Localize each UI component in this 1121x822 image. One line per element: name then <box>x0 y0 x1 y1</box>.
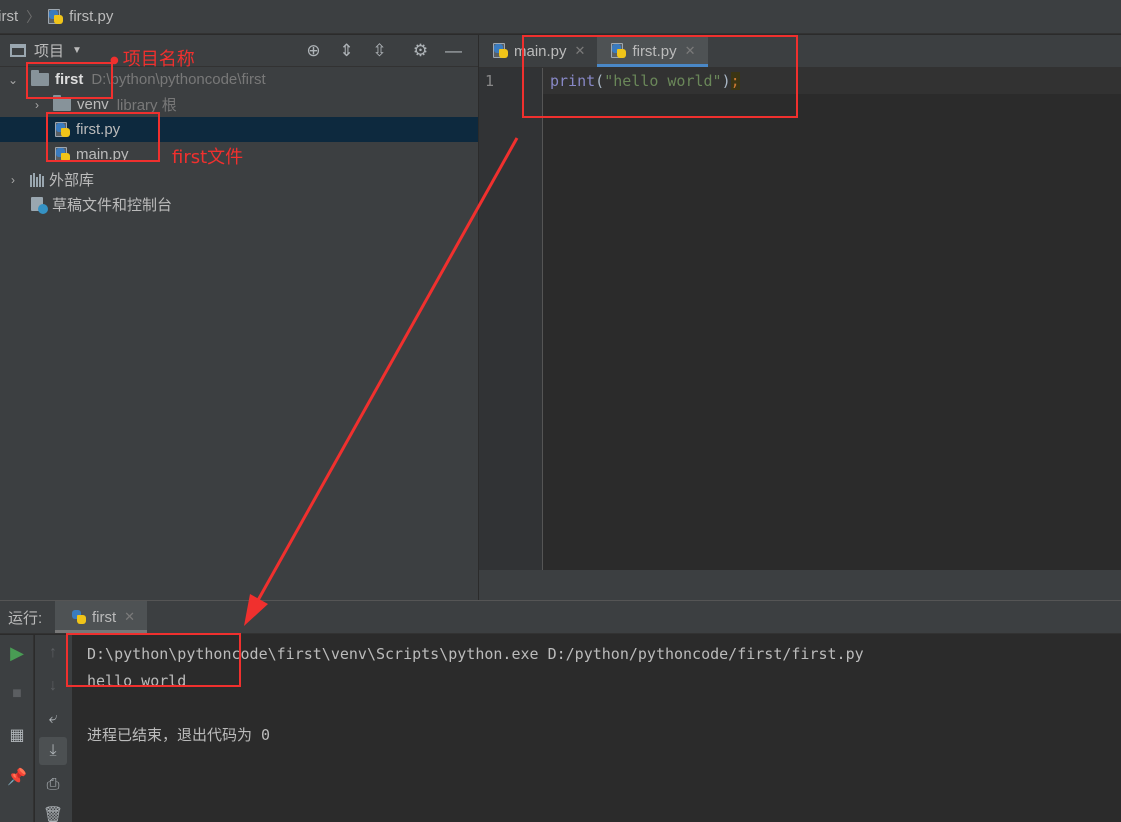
python-icon <box>71 609 87 625</box>
editor: main.py ✕ first.py ✕ 1 print("hello worl… <box>479 35 1121 600</box>
code-area[interactable]: 1 print("hello world"); <box>479 68 1121 570</box>
library-icon <box>30 172 44 187</box>
tree-item-scratches-label: 草稿文件和控制台 <box>52 197 173 214</box>
annotation-label-project-name-text: 项目名称 <box>122 49 195 70</box>
annotation-box-project-name <box>26 62 113 99</box>
print-icon[interactable]: ⎙ <box>39 771 67 799</box>
chevron-right-icon[interactable]: › <box>7 173 19 187</box>
scratch-file-icon <box>31 196 48 214</box>
title-bar: first 〉 first.py <box>0 0 1121 34</box>
annotation-label-first-file: first文件 <box>172 147 244 168</box>
chevron-right-icon[interactable]: › <box>31 98 43 112</box>
annotation-box-output <box>66 633 241 687</box>
run-panel-header: 运行: first ✕ <box>0 601 1121 634</box>
annotation-label-project-name: ● 项目名称 <box>110 49 195 70</box>
breadcrumb-project[interactable]: first <box>0 0 18 34</box>
layout-icon[interactable]: ▦ <box>3 721 31 749</box>
project-view-selector[interactable]: 项目 <box>34 40 64 61</box>
scroll-to-end-icon[interactable]: ⤓ <box>39 737 67 765</box>
breadcrumb-file-label: first.py <box>69 8 114 25</box>
breadcrumb-project-label: first <box>0 8 19 25</box>
minimize-icon[interactable]: — <box>437 35 470 67</box>
editor-horizontal-scrollbar[interactable] <box>479 570 1121 600</box>
line-number: 1 <box>485 72 495 90</box>
gear-icon[interactable]: ⚙ <box>404 35 437 67</box>
breadcrumb-separator-icon: 〉 <box>26 8 41 25</box>
project-panel-toolbar: ⊕ ⇕ ⇳ ⚙ — <box>297 35 470 67</box>
folder-icon <box>53 95 71 111</box>
collapse-all-icon[interactable]: ⇳ <box>363 35 396 67</box>
trash-icon[interactable]: 🗑 <box>39 801 67 822</box>
breadcrumb-file[interactable]: first.py <box>48 0 113 34</box>
run-tab-label: first <box>92 608 117 626</box>
console-line: ​ <box>87 695 864 722</box>
tree-item-root-path: D:\python\pythoncode\first <box>91 71 266 88</box>
close-icon[interactable]: ✕ <box>124 609 135 625</box>
rerun-play-icon[interactable]: ▶ <box>3 639 31 667</box>
expand-all-icon[interactable]: ⇕ <box>330 35 363 67</box>
tree-item-external-libs[interactable]: › 外部库 <box>0 167 478 192</box>
tree-item-external-libs-label: 外部库 <box>49 172 95 189</box>
chevron-down-icon[interactable]: ⌄ <box>7 73 19 87</box>
project-view-icon <box>10 44 26 57</box>
console-line: 进程已结束，退出代码为 0 <box>87 726 271 744</box>
run-label: 运行: <box>8 609 43 627</box>
soft-wrap-icon[interactable]: ⤶ <box>39 705 67 733</box>
arrow-down-icon[interactable]: ↓ <box>39 672 67 700</box>
run-tab-first[interactable]: first ✕ <box>55 601 148 633</box>
stop-icon[interactable]: ■ <box>3 680 31 708</box>
pin-icon[interactable]: 📌 <box>3 763 31 791</box>
python-file-icon <box>493 43 509 59</box>
python-file-icon <box>48 8 64 25</box>
arrow-up-icon[interactable]: ↑ <box>39 639 67 667</box>
chevron-down-icon[interactable]: ▼ <box>72 45 82 56</box>
annotation-box-code <box>522 35 798 118</box>
line-gutter: 1 <box>479 68 543 570</box>
run-toolbar-primary: ▶ ■ ▦ 📌 <box>0 635 34 822</box>
tree-item-scratches[interactable]: 草稿文件和控制台 <box>0 192 478 217</box>
annotation-box-first-file <box>46 112 160 162</box>
locate-icon[interactable]: ⊕ <box>297 35 330 67</box>
